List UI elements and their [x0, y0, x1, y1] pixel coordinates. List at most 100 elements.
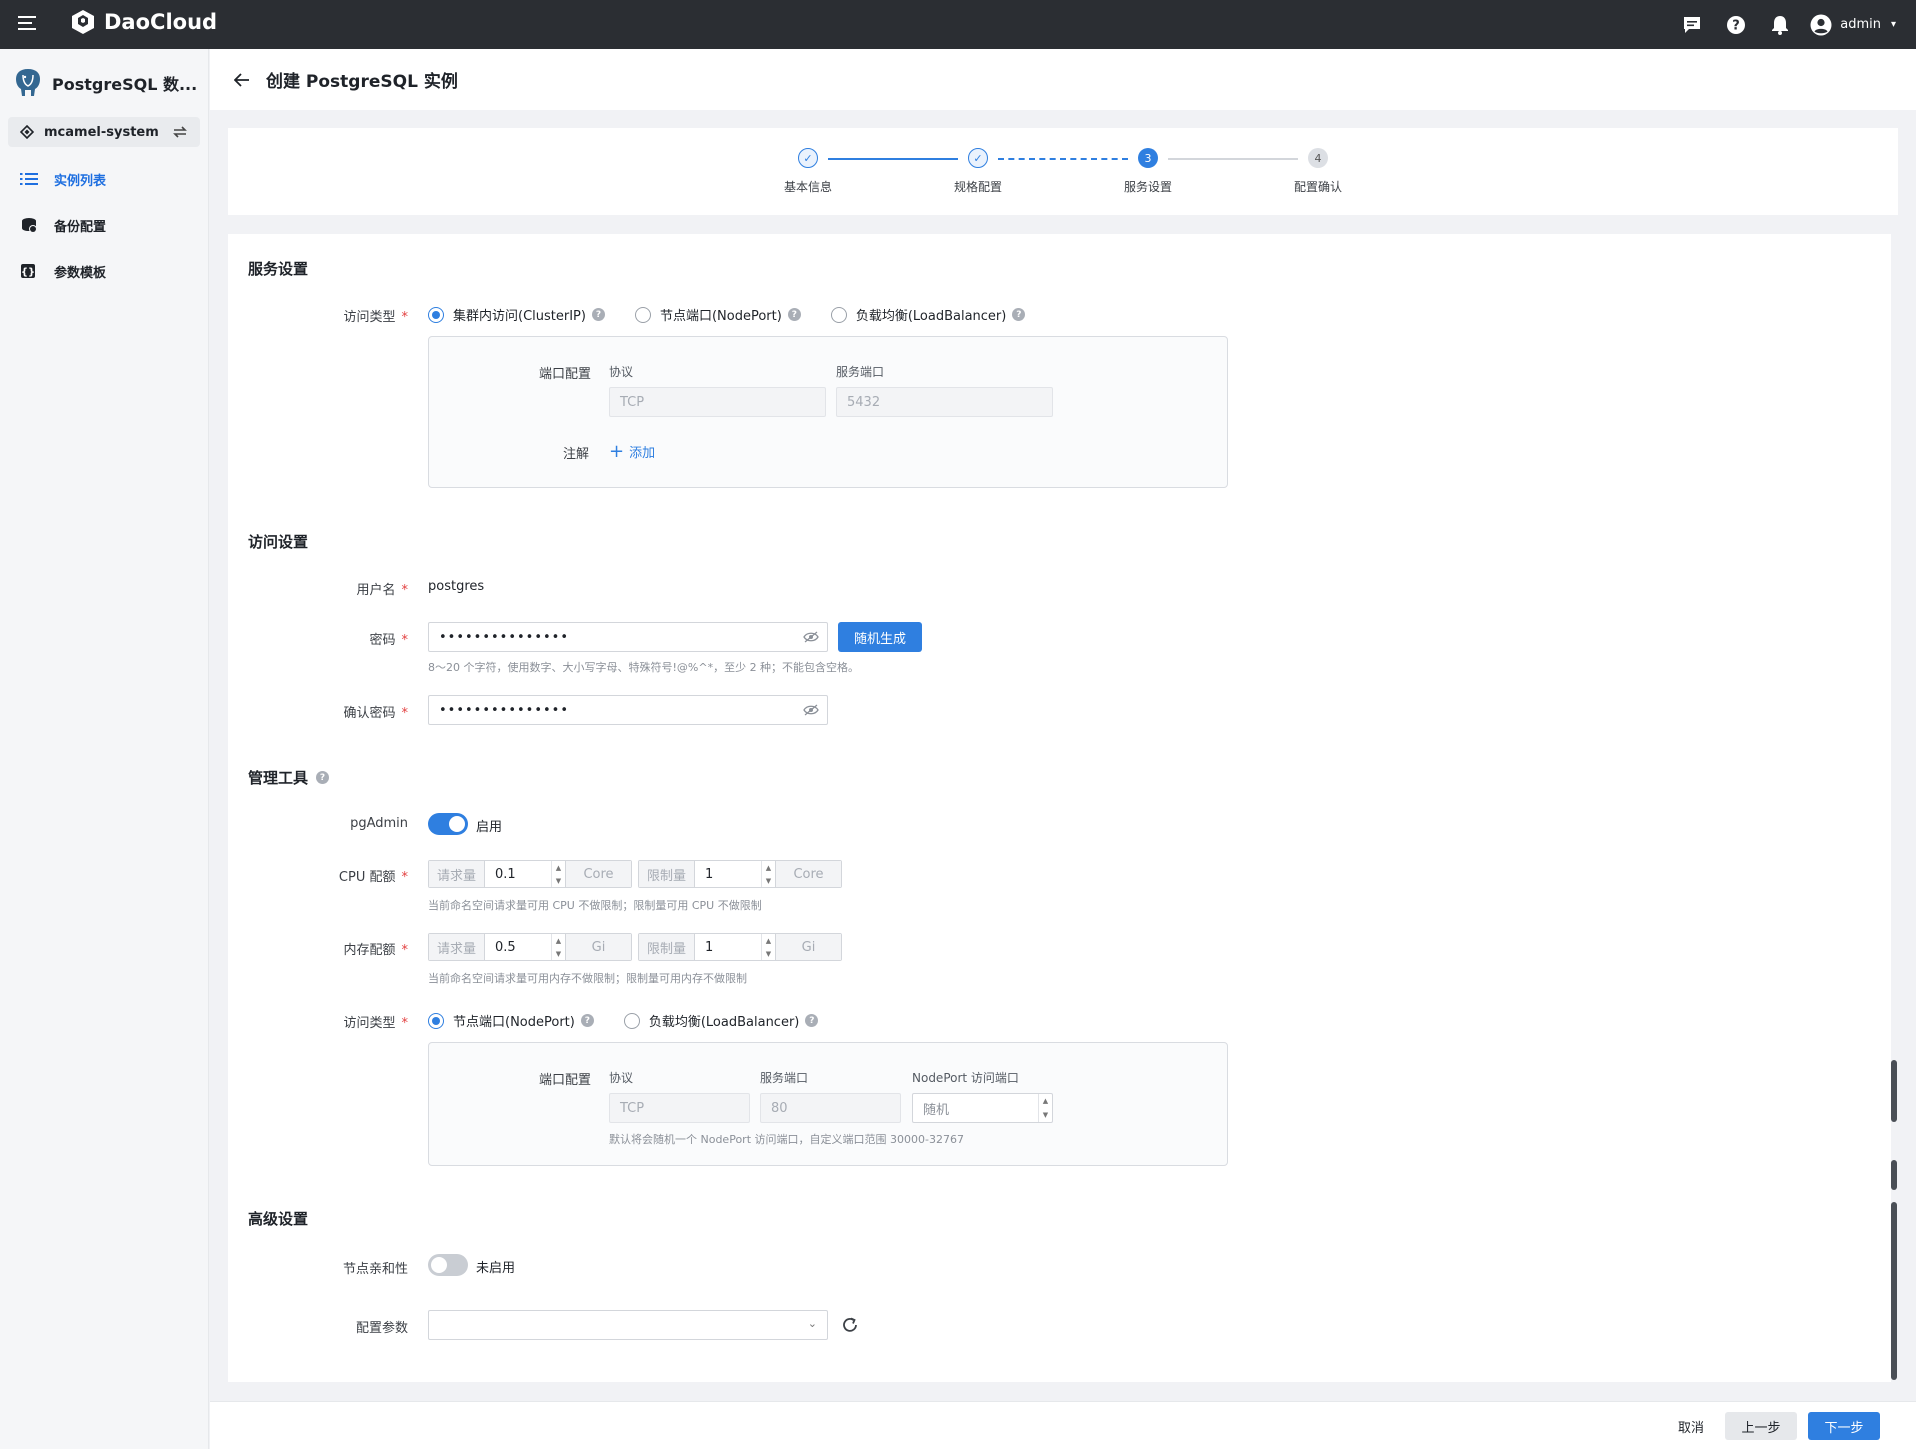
spinner-icon[interactable]: ▲ ▼: [551, 861, 565, 887]
step-label: 规格配置: [953, 180, 1002, 194]
check-icon: ✓: [798, 148, 818, 168]
step-label: 服务设置: [1123, 180, 1172, 194]
section-title-advanced: 高级设置: [248, 1210, 309, 1228]
node-affinity-toggle[interactable]: [428, 1254, 468, 1276]
random-generate-button[interactable]: 随机生成: [838, 622, 922, 652]
bell-icon[interactable]: [1766, 11, 1794, 39]
help-icon[interactable]: ?: [1722, 11, 1750, 39]
add-annotation-button[interactable]: + 添加: [609, 442, 655, 461]
menu-icon[interactable]: [18, 16, 36, 30]
username-value: postgres: [428, 579, 485, 594]
page-header: 创建 PostgreSQL 实例: [210, 49, 1916, 110]
help-icon[interactable]: ?: [580, 1014, 594, 1027]
spinner-icon[interactable]: ▲ ▼: [761, 934, 775, 960]
pgadmin-toggle[interactable]: [428, 813, 468, 835]
user-avatar-icon: [1810, 14, 1832, 35]
message-icon[interactable]: [1678, 11, 1706, 39]
service-port-input[interactable]: 5432: [836, 387, 1053, 417]
config-params-label: 配置参数: [355, 1321, 408, 1336]
sidebar-item-label: 备份配置: [54, 219, 107, 235]
steps-bar: ✓ 基本信息 ✓ 规格配置 3 服务设置 4 配置确认: [228, 128, 1898, 215]
help-icon[interactable]: ?: [591, 308, 605, 321]
nodeport-input[interactable]: 随机 ▲ ▼: [912, 1093, 1053, 1123]
service-port-label: 服务端口: [760, 1071, 809, 1085]
scrollbar[interactable]: [1891, 1060, 1897, 1380]
sidebar-item-param-template[interactable]: {} 参数模板: [0, 248, 208, 294]
prev-step-button[interactable]: 上一步: [1725, 1412, 1797, 1440]
help-icon[interactable]: ?: [787, 308, 801, 321]
refresh-icon[interactable]: [841, 1316, 859, 1338]
config-params-select[interactable]: ⌄: [428, 1310, 828, 1340]
help-icon[interactable]: ?: [1012, 308, 1026, 321]
cpu-quota-label: CPU 配额 *: [338, 870, 408, 885]
spinner-icon[interactable]: ▲ ▼: [1038, 1094, 1052, 1122]
spinner-icon[interactable]: ▲ ▼: [761, 861, 775, 887]
radio-nodeport[interactable]: 节点端口(NodePort)?: [428, 1011, 594, 1030]
annotation-label: 注解: [563, 447, 590, 462]
protocol-label: 协议: [609, 1071, 634, 1085]
switch-icon[interactable]: [172, 125, 188, 139]
sidebar-title: PostgreSQL 数...: [52, 75, 198, 94]
tools-access-type-radio-group: 节点端口(NodePort)? 负载均衡(LoadBalancer)?: [428, 1011, 819, 1030]
step-service-settings: 3 服务设置: [1088, 148, 1208, 195]
sidebar: PostgreSQL 数... mcamel-system 实例列表 备份配置 …: [0, 49, 209, 1449]
plus-icon: +: [609, 440, 625, 462]
radio-clusterip[interactable]: 集群内访问(ClusterIP)?: [428, 305, 605, 324]
step-spec-config: ✓ 规格配置: [918, 148, 1038, 195]
section-title-access: 访问设置: [248, 533, 309, 551]
page-title: 创建 PostgreSQL 实例: [266, 72, 458, 92]
sidebar-header: PostgreSQL 数...: [0, 49, 208, 117]
spinner-icon[interactable]: ▲ ▼: [551, 934, 565, 960]
memory-limit-stepper[interactable]: 限制量 1 ▲ ▼ Gi: [638, 933, 842, 961]
memory-quota-label: 内存配额 *: [343, 943, 408, 958]
node-affinity-label: 节点亲和性: [342, 1262, 408, 1277]
step-label: 配置确认: [1293, 180, 1342, 194]
sidebar-item-backup-config[interactable]: 备份配置: [0, 202, 208, 248]
radio-nodeport[interactable]: 节点端口(NodePort)?: [634, 305, 801, 324]
radio-loadbalancer[interactable]: 负载均衡(LoadBalancer)?: [623, 1011, 819, 1030]
password-hint: 8～20 个字符，使用数字、大小写字母、特殊符号!@%^*，至少 2 种；不能包…: [428, 661, 860, 674]
eye-icon[interactable]: [803, 631, 819, 647]
back-arrow-icon[interactable]: [234, 72, 250, 87]
cancel-button[interactable]: 取消: [1663, 1412, 1719, 1440]
node-affinity-status: 未启用: [476, 1261, 516, 1276]
sidebar-item-label: 参数模板: [54, 265, 107, 281]
backup-icon: [20, 217, 38, 233]
cpu-request-stepper[interactable]: 请求量 0.1 ▲ ▼ Core: [428, 860, 632, 888]
step-label: 基本信息: [783, 180, 832, 194]
namespace-name: mcamel-system: [44, 124, 159, 140]
confirm-password-input[interactable]: •••••••••••••••: [428, 695, 828, 725]
top-bar: DaoCloud ? admin ▾: [0, 0, 1916, 49]
pgadmin-label: pgAdmin: [350, 816, 408, 831]
user-name: admin: [1840, 17, 1881, 32]
cpu-hint: 当前命名空间请求量可用 CPU 不做限制；限制量可用 CPU 不做限制: [428, 899, 762, 912]
sidebar-item-instance-list[interactable]: 实例列表: [0, 156, 208, 202]
svg-text:{}: {}: [21, 267, 35, 278]
password-label: 密码 *: [369, 633, 408, 648]
namespace-selector[interactable]: mcamel-system: [8, 117, 200, 147]
password-input[interactable]: •••••••••••••••: [428, 622, 828, 652]
memory-request-stepper[interactable]: 请求量 0.5 ▲ ▼ Gi: [428, 933, 632, 961]
service-port-input[interactable]: 80: [760, 1093, 901, 1123]
check-icon: ✓: [968, 148, 988, 168]
protocol-input[interactable]: TCP: [609, 387, 826, 417]
help-icon[interactable]: ?: [805, 1014, 819, 1027]
next-step-button[interactable]: 下一步: [1808, 1412, 1880, 1440]
service-port-label: 服务端口: [836, 365, 885, 379]
radio-loadbalancer[interactable]: 负载均衡(LoadBalancer)?: [830, 305, 1026, 324]
access-type-radio-group: 集群内访问(ClusterIP)? 节点端口(NodePort)? 负载均衡(L…: [428, 305, 1026, 324]
brand-logo[interactable]: DaoCloud: [70, 9, 217, 35]
svg-text:?: ?: [1732, 18, 1740, 33]
protocol-label: 协议: [609, 365, 634, 379]
chevron-down-icon: ⌄: [807, 1317, 817, 1330]
help-icon[interactable]: ?: [316, 771, 330, 784]
protocol-input[interactable]: TCP: [609, 1093, 750, 1123]
access-type-label: 访问类型 *: [343, 310, 408, 325]
step-number: 3: [1138, 148, 1158, 168]
eye-icon[interactable]: [803, 704, 819, 720]
cpu-limit-stepper[interactable]: 限制量 1 ▲ ▼ Core: [638, 860, 842, 888]
service-port-panel: 端口配置 协议 服务端口 TCP 5432 注解 + 添加: [428, 336, 1228, 488]
step-confirm: 4 配置确认: [1258, 148, 1378, 195]
pgadmin-status: 启用: [476, 820, 503, 835]
user-menu[interactable]: admin ▾: [1810, 14, 1896, 36]
